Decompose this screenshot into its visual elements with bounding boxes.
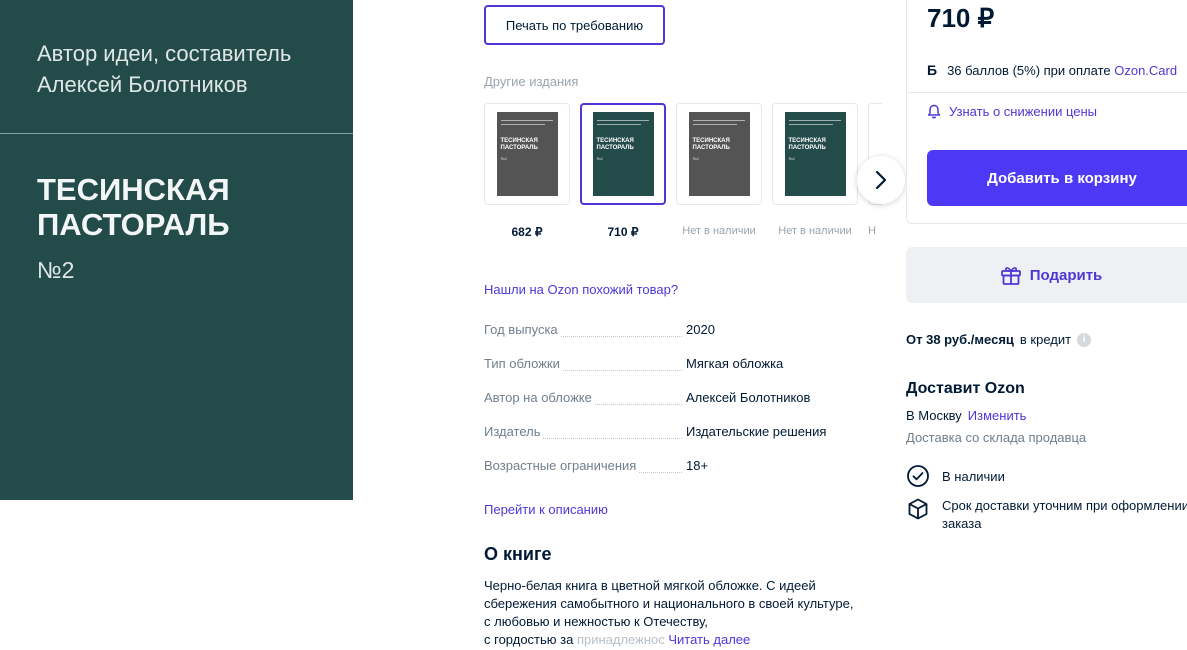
edition-price: 682 ₽ (511, 225, 543, 239)
attribute-value: Издательские решения (686, 424, 827, 439)
product-price: 710 ₽ (927, 3, 995, 33)
attribute-key: Автор на обложке (484, 390, 594, 405)
edition-thumb-frame: ТЕСИНСКАЯ ПАСТОРАЛЬ №2 (580, 103, 666, 205)
in-stock-row: В наличии (906, 464, 1005, 488)
edition-thumb-frame: ТЕСИНСКАЯ ПАСТОРАЛЬ №2 (772, 103, 858, 205)
bonus-icon: Б (927, 62, 938, 78)
check-circle-icon (907, 465, 929, 487)
about-faded-text: принадлежнос (576, 632, 665, 647)
gift-button[interactable]: Подарить (906, 247, 1187, 303)
ozon-card-link[interactable]: Ozon.Card (1114, 63, 1177, 78)
edition-thumb: ТЕСИНСКАЯ ПАСТОРАЛЬ №2 (784, 112, 846, 196)
delivery-warehouse: Доставка со склада продавца (906, 430, 1087, 445)
cover-author-line1: Автор идеи, составитель (37, 41, 292, 66)
attribute-key: Возрастные ограничения (484, 458, 639, 473)
edition-thumb-title: ТЕСИНСКАЯ ПАСТОРАЛЬ (596, 138, 634, 151)
delivery-term-text: Срок доставки уточним при оформлении зак… (942, 498, 1187, 531)
delivery-city-name: В Москву (906, 408, 962, 423)
delivery-term-row: Срок доставки уточним при оформлении зак… (906, 497, 1187, 533)
attribute-key: Год выпуска (484, 322, 560, 337)
about-line: сбережения самобытного и национального в… (484, 596, 854, 611)
edition-price: Нет в наличии (682, 225, 756, 237)
edition-thumb-frame: ТЕСИНСКАЯ ПАСТОРАЛЬ №2 (676, 103, 762, 205)
edition-item[interactable]: ТЕСИНСКАЯ ПАСТОРАЛЬ №2 Нет в наличии (676, 103, 762, 237)
gift-label: Подарить (1029, 266, 1103, 284)
info-icon[interactable]: i (1077, 332, 1092, 347)
print-on-demand-button[interactable]: Печать по требованию (484, 5, 665, 45)
attribute-value: 18+ (686, 458, 709, 473)
notify-text: Узнать о снижении цены (949, 104, 1098, 119)
edition-thumb-num: №2 (500, 156, 508, 161)
bonus-text: 36 баллов (5%) при оплате (947, 63, 1115, 78)
in-stock-text: В наличии (942, 468, 1005, 484)
edition-price: Нет в наличии (778, 225, 852, 237)
other-editions-carousel: ТЕСИНСКАЯ ПАСТОРАЛЬ №2 682 ₽ ТЕСИНСКАЯ П… (484, 103, 882, 243)
delivery-city: В Москву Изменить (906, 408, 1026, 423)
delivery-heading: Доставит Ozon (906, 380, 1025, 397)
cover-title-line2: ПАСТОРАЛЬ (37, 207, 230, 242)
about-line: с любовью и нежностью к Отечеству, (484, 614, 708, 629)
attribute-key: Тип обложки (484, 356, 562, 371)
attribute-key: Издатель (484, 424, 543, 439)
add-to-cart-button[interactable]: Добавить в корзину (927, 150, 1187, 206)
edition-thumb-num: №2 (692, 156, 700, 161)
cover-author: Автор идеи, составитель Алексей Болотник… (37, 38, 291, 100)
bell-icon (927, 104, 941, 119)
edition-thumb-num: №2 (596, 156, 604, 161)
edition-thumb: ТЕСИНСКАЯ ПАСТОРАЛЬ №2 (592, 112, 654, 196)
change-city-link[interactable]: Изменить (968, 408, 1027, 423)
cover-title: ТЕСИНСКАЯ ПАСТОРАЛЬ (37, 172, 230, 242)
edition-thumb: ТЕСИНСКАЯ ПАСТОРАЛЬ №2 (688, 112, 750, 196)
about-book-heading: О книге (484, 544, 552, 564)
edition-price: Н (868, 225, 876, 237)
attribute-value: Мягкая обложка (686, 356, 784, 371)
book-cover-image[interactable]: Автор идеи, составитель Алексей Болотник… (0, 0, 353, 500)
attribute-value: 2020 (686, 322, 715, 337)
credit-text: в кредит (1019, 332, 1072, 347)
cover-number: №2 (37, 257, 75, 283)
read-more-link[interactable]: Читать далее (668, 632, 750, 647)
credit-amount: От 38 руб./месяц (906, 332, 1014, 347)
about-line-last: с гордостью за принадлежнос Читать далее (484, 632, 751, 647)
bonus-info: Б 36 баллов (5%) при оплате Ozon.Card (927, 62, 1177, 78)
edition-item-selected[interactable]: ТЕСИНСКАЯ ПАСТОРАЛЬ №2 710 ₽ (580, 103, 666, 239)
edition-thumb: ТЕСИНСКАЯ ПАСТОРАЛЬ №2 (496, 112, 558, 196)
edition-thumb-title: ТЕСИНСКАЯ ПАСТОРАЛЬ (788, 138, 826, 151)
attribute-row: Год выпуска 2020 (484, 322, 864, 356)
other-editions-label: Другие издания (484, 74, 579, 89)
box-icon (908, 498, 928, 520)
about-book-text: Черно-белая книга в цветной мягкой облож… (484, 577, 884, 649)
attribute-row: Тип обложки Мягкая обложка (484, 356, 864, 390)
chevron-right-icon (875, 170, 887, 190)
cover-title-line1: ТЕСИНСКАЯ (37, 172, 230, 207)
cover-divider (0, 133, 353, 134)
carousel-next-button[interactable] (857, 156, 905, 204)
attribute-row: Возрастные ограничения 18+ (484, 458, 864, 492)
buy-box-divider (907, 92, 1187, 93)
go-to-description-link[interactable]: Перейти к описанию (484, 502, 608, 517)
cover-author-line2: Алексей Болотников (37, 72, 248, 97)
attribute-row: Издатель Издательские решения (484, 424, 864, 458)
edition-item[interactable]: ТЕСИНСКАЯ ПАСТОРАЛЬ №2 Нет в наличии (772, 103, 858, 237)
price-drop-notify-link[interactable]: Узнать о снижении цены (927, 104, 1097, 119)
edition-thumb-title: ТЕСИНСКАЯ ПАСТОРАЛЬ (500, 138, 538, 151)
edition-item[interactable]: ТЕСИНСКАЯ ПАСТОРАЛЬ №2 682 ₽ (484, 103, 570, 239)
credit-info: От 38 руб./месяц в кредит i (906, 332, 1092, 347)
product-attributes: Год выпуска 2020 Тип обложки Мягкая обло… (484, 322, 864, 492)
attribute-row: Автор на обложке Алексей Болотников (484, 390, 864, 424)
attribute-value: Алексей Болотников (686, 390, 811, 405)
edition-thumb-num: №2 (788, 156, 796, 161)
gift-icon (1000, 267, 1021, 285)
similar-product-link[interactable]: Нашли на Ozon похожий товар? (484, 282, 678, 297)
edition-price: 710 ₽ (607, 225, 639, 239)
edition-thumb-frame: ТЕСИНСКАЯ ПАСТОРАЛЬ №2 (484, 103, 570, 205)
about-line: Черно-белая книга в цветной мягкой облож… (484, 578, 816, 593)
edition-thumb-title: ТЕСИНСКАЯ ПАСТОРАЛЬ (692, 138, 730, 151)
